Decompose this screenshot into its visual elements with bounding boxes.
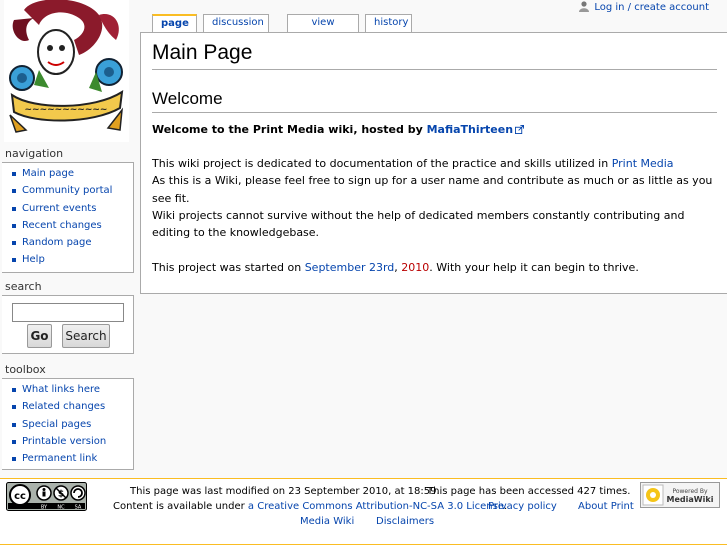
bullet-icon xyxy=(12,439,16,444)
toolbox-link[interactable]: Permanent link xyxy=(22,453,97,464)
toolbox-link[interactable]: Special pages xyxy=(22,419,91,430)
bullet-icon xyxy=(12,258,16,263)
toolbox-item-printable-version[interactable]: Printable version xyxy=(10,433,133,450)
search-input[interactable] xyxy=(12,303,124,322)
tab-page[interactable]: page xyxy=(152,14,197,33)
tab-page-label[interactable]: page xyxy=(161,18,189,29)
tattoo-logo-image: ~~~~~~~~~~~ xyxy=(4,0,129,142)
nav-link[interactable]: Random page xyxy=(22,237,92,248)
bullet-icon xyxy=(12,172,16,176)
dedication-text: This wiki project is dedicated to docume… xyxy=(152,157,612,170)
tab-view-source[interactable]: view source xyxy=(287,14,359,44)
footer: cc $ BY NC SA This page was last modifie… xyxy=(0,478,727,545)
privacy-policy-link[interactable]: Privacy policy xyxy=(488,500,557,514)
nav-item-main-page[interactable]: Main page xyxy=(10,165,133,182)
disclaimers-link[interactable]: Disclaimers xyxy=(376,515,434,529)
user-icon xyxy=(579,1,590,12)
nav-link[interactable]: Recent changes xyxy=(22,220,102,231)
print-media-link[interactable]: Print Media xyxy=(612,157,674,170)
cc-letters: cc xyxy=(14,491,26,502)
access-count-text: This page has been accessed 427 times. xyxy=(427,486,631,497)
started-prefix: This project was started on xyxy=(152,261,305,274)
external-link-icon xyxy=(515,125,525,134)
toolbox-link[interactable]: Printable version xyxy=(22,436,106,447)
cc-nc: NC xyxy=(57,505,65,511)
svg-text:~~~~~~~~~~~: ~~~~~~~~~~~ xyxy=(25,105,108,115)
contribute-line: As this is a Wiki, please feel free to s… xyxy=(152,174,713,205)
started-suffix: . With your help it can begin to thrive. xyxy=(429,261,639,274)
toolbox-link[interactable]: Related changes xyxy=(22,401,105,412)
intro-text: Welcome to the Print Media wiki, hosted … xyxy=(152,121,717,138)
login-link[interactable]: Log in / create account xyxy=(594,2,709,13)
go-button[interactable]: Go xyxy=(27,324,52,348)
bullet-icon xyxy=(12,388,16,392)
bullet-icon xyxy=(12,223,16,228)
tab-history[interactable]: history xyxy=(365,14,412,32)
nav-link[interactable]: Community portal xyxy=(22,185,112,196)
start-year-link[interactable]: 2010 xyxy=(401,261,429,274)
page-title: Main Page xyxy=(152,41,717,70)
last-modified-text: This page was last modified on 23 Septem… xyxy=(130,486,440,497)
toolbox-item-what-links-here[interactable]: What links here xyxy=(10,381,133,398)
bullet-icon xyxy=(12,206,16,211)
tab-discussion-label[interactable]: discussion xyxy=(212,17,264,28)
search-panel: Go Search xyxy=(2,295,134,354)
toolbox-heading: toolbox xyxy=(5,363,46,376)
nav-item-recent-changes[interactable]: Recent changes xyxy=(10,217,133,234)
cc-sa: SA xyxy=(75,505,82,511)
main-content: Main Page Welcome Welcome to the Print M… xyxy=(140,32,727,294)
nav-link[interactable]: Current events xyxy=(22,203,96,214)
toolbox-link[interactable]: What links here xyxy=(22,384,100,395)
tab-discussion[interactable]: discussion xyxy=(203,14,269,32)
navigation-panel: Main page Community portal Current event… xyxy=(2,162,134,273)
about-link[interactable]: About Print xyxy=(578,500,634,514)
powered-by-text: Powered By xyxy=(672,488,708,495)
bullet-icon xyxy=(12,241,16,246)
cc-by: BY xyxy=(41,505,48,511)
bullet-icon xyxy=(12,189,16,194)
license-link[interactable]: a Creative Commons Attribution-NC-SA 3.0… xyxy=(248,501,504,512)
search-heading: search xyxy=(5,280,42,293)
nav-item-community-portal[interactable]: Community portal xyxy=(10,182,133,199)
license-text: Content is available under a Creative Co… xyxy=(113,500,507,514)
mediawiki-text: MediaWiki xyxy=(667,495,714,504)
bullet-icon xyxy=(12,457,16,462)
about-link-continued[interactable]: Media Wiki xyxy=(300,515,354,529)
creative-commons-badge-icon[interactable]: cc $ BY NC SA xyxy=(6,482,87,511)
section-heading: Welcome xyxy=(152,89,717,113)
toolbox-item-related-changes[interactable]: Related changes xyxy=(10,398,133,415)
started-text: This project was started on September 23… xyxy=(152,259,717,276)
powered-by-mediawiki-badge-icon[interactable]: Powered By MediaWiki xyxy=(640,482,720,508)
toolbox-item-permanent-link[interactable]: Permanent link xyxy=(10,450,133,467)
help-line: Wiki projects cannot survive without the… xyxy=(152,208,685,240)
search-button[interactable]: Search xyxy=(62,324,110,348)
license-prefix: Content is available under xyxy=(113,501,248,512)
description-paragraph: This wiki project is dedicated to docume… xyxy=(152,155,717,241)
dedication-line: This wiki project is dedicated to docume… xyxy=(152,155,717,172)
toolbox-panel: What links here Related changes Special … xyxy=(2,378,134,470)
nav-item-help[interactable]: Help xyxy=(10,251,133,268)
nav-item-current-events[interactable]: Current events xyxy=(10,200,133,217)
navigation-heading: navigation xyxy=(5,147,64,160)
bullet-icon xyxy=(12,422,16,427)
intro-prefix: Welcome to the Print Media wiki, hosted … xyxy=(152,123,427,136)
tab-history-label[interactable]: history xyxy=(374,17,408,28)
nav-link[interactable]: Main page xyxy=(22,168,74,179)
start-date-link[interactable]: September 23rd xyxy=(305,261,395,274)
personal-tools: Log in / create account xyxy=(578,0,709,14)
toolbox-item-special-pages[interactable]: Special pages xyxy=(10,416,133,433)
nav-item-random-page[interactable]: Random page xyxy=(10,234,133,251)
bullet-icon xyxy=(12,405,16,410)
site-logo[interactable]: ~~~~~~~~~~~ xyxy=(4,0,129,142)
nav-link[interactable]: Help xyxy=(22,254,45,265)
host-link[interactable]: MafiaThirteen xyxy=(427,123,514,136)
